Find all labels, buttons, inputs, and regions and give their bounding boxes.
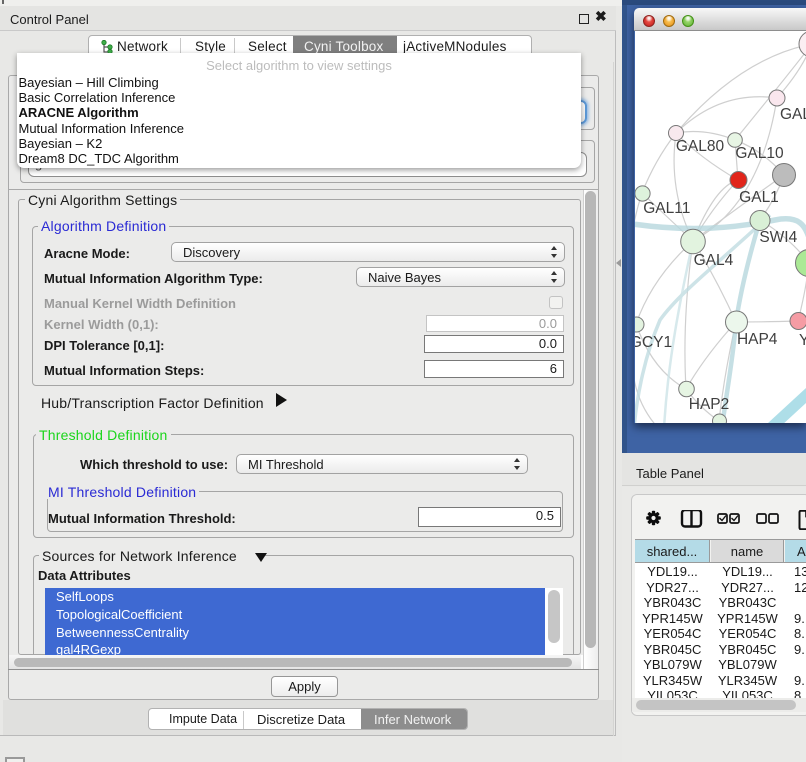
svg-text:GAL7: GAL7 — [780, 106, 806, 123]
svg-text:SWI4: SWI4 — [759, 229, 797, 246]
svg-text:GAL80: GAL80 — [676, 138, 725, 155]
svg-text:GCY1: GCY1 — [635, 334, 672, 351]
svg-text:GAL10: GAL10 — [735, 145, 784, 162]
svg-text:GAL4: GAL4 — [694, 252, 734, 269]
svg-text:GAL11: GAL11 — [643, 200, 690, 217]
svg-text:HAP2: HAP2 — [689, 396, 730, 413]
svg-text:GAL1: GAL1 — [739, 189, 779, 206]
svg-text:HAP4: HAP4 — [737, 331, 778, 348]
svg-text:YJL0: YJL0 — [799, 332, 806, 349]
